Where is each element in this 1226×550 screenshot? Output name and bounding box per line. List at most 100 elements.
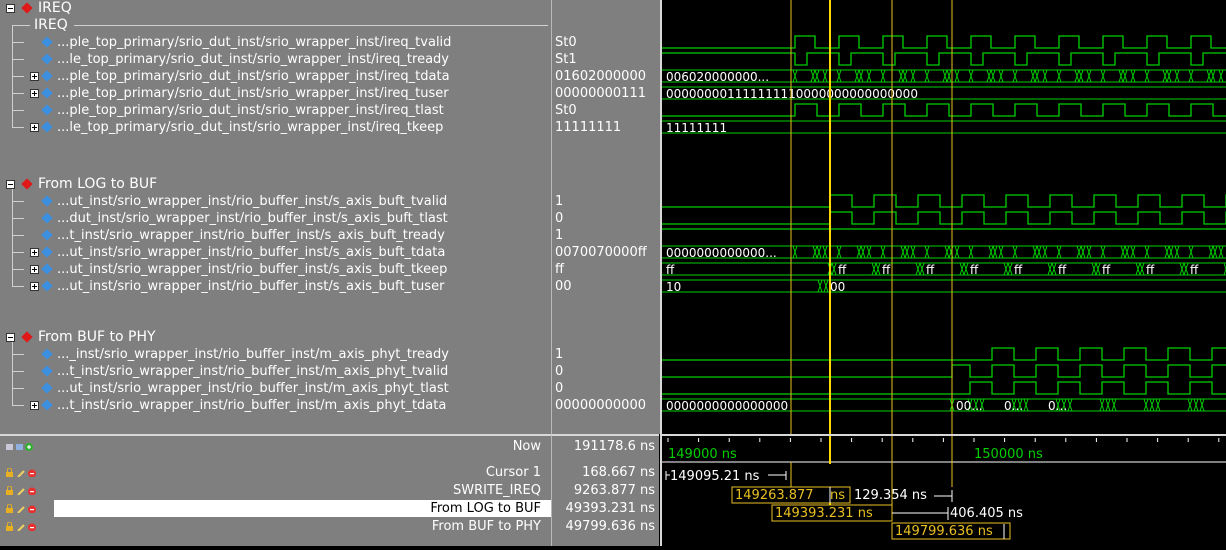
signal-row[interactable]: ...ple_top_primary/srio_dut_inst/srio_wr…: [0, 94, 551, 119]
buft-tkeep-seg: ff: [1146, 263, 1155, 277]
expand-icon[interactable]: [30, 72, 39, 81]
expand-icon[interactable]: [30, 248, 39, 257]
tick-label-150000: 150000 ns: [974, 447, 1043, 462]
collapse-icon[interactable]: [6, 333, 15, 342]
diamond-icon: [41, 53, 53, 65]
collapse-icon[interactable]: [6, 4, 15, 13]
cursor-timeline[interactable]: 149000 ns 150000 ns 149095.21 ns 149263.…: [660, 434, 1226, 546]
cursor-label: Now: [512, 439, 541, 454]
cursor-label: Cursor 1: [485, 465, 541, 480]
signal-row[interactable]: ...t_inst/srio_wrapper_inst/rio_buffer_i…: [0, 355, 551, 380]
ireq-tdata-text: 006020000000...: [666, 70, 769, 84]
signal-row[interactable]: ..._inst/srio_wrapper_inst/rio_buffer_in…: [0, 338, 551, 363]
signal-row[interactable]: ...ple_top_primary/srio_dut_inst/srio_wr…: [0, 77, 551, 102]
cursor-value-now: 191178.6 ns: [573, 439, 655, 454]
group-name: From BUF to PHY: [38, 329, 156, 345]
lock-icon: [6, 504, 36, 513]
cursor-names: Now Cursor 1 SWRITE_IREQ From LOG to BUF: [0, 434, 551, 546]
buft-tvalid-wave: [662, 194, 1226, 208]
signal-value: 01602000000: [555, 69, 646, 84]
group-name: IREQ: [38, 0, 72, 16]
diamond-icon: [41, 382, 53, 394]
tree-line: [12, 26, 13, 43]
cursor-label: From LOG to BUF: [430, 501, 541, 516]
diamond-icon: [41, 263, 53, 275]
signal-row[interactable]: ...ut_inst/srio_wrapper_inst/rio_buffer_…: [0, 372, 551, 397]
lock-icon: [6, 486, 36, 495]
signal-path: ...t_inst/srio_wrapper_inst/rio_buffer_i…: [57, 398, 447, 413]
diamond-icon: [41, 70, 53, 82]
signal-value: 0070070000ff: [555, 245, 647, 260]
signal-row[interactable]: ...le_top_primary/srio_dut_inst/srio_wra…: [0, 43, 551, 68]
tree-line: [12, 60, 13, 77]
buft-tkeep-text: ff: [666, 263, 675, 277]
signal-row[interactable]: ...ut_inst/srio_wrapper_inst/rio_buffer_…: [0, 253, 551, 278]
tree-line: [12, 219, 13, 236]
expand-icon[interactable]: [30, 123, 39, 132]
signal-value: 1: [555, 347, 564, 362]
diamond-icon: [41, 104, 53, 116]
cursor-row-now[interactable]: Now: [0, 438, 551, 455]
phyt-seg: 00...: [956, 399, 983, 413]
cursor-row-swrite-ireq[interactable]: SWRITE_IREQ: [0, 482, 551, 499]
waveform-canvas[interactable]: 006020000000... 0000000011111111100000000…: [662, 0, 1226, 434]
tree-line: [12, 202, 13, 219]
ireq-tready-wave: [662, 52, 1226, 66]
diamond-icon: [41, 36, 53, 48]
expand-icon[interactable]: [30, 282, 39, 291]
buft-tkeep-seg: ff: [1190, 263, 1199, 277]
signal-value: 1: [555, 228, 564, 243]
cursor-value-swrite: 9263.877 ns: [573, 483, 655, 498]
signal-row[interactable]: ...ple_top_primary/srio_dut_inst/srio_wr…: [0, 26, 551, 51]
signal-row[interactable]: ...ple_top_primary/srio_dut_inst/srio_wr…: [0, 60, 551, 85]
signal-value: St1: [555, 52, 577, 67]
signal-path: ...ple_top_primary/srio_dut_inst/srio_wr…: [57, 86, 449, 101]
phyt-tready-wave: [662, 347, 1226, 361]
tree-line: [12, 253, 13, 270]
divider-label: IREQ: [34, 17, 68, 33]
cursor-row-log-to-buf[interactable]: From LOG to BUF: [0, 500, 551, 517]
tree-line: [12, 372, 13, 389]
log-to-buf-delta: 406.405 ns: [950, 506, 1023, 521]
tree-line: [12, 43, 13, 60]
cursor-row-cursor1[interactable]: Cursor 1: [0, 464, 551, 481]
signal-row[interactable]: ...le_top_primary/srio_dut_inst/srio_wra…: [0, 111, 551, 136]
signal-row[interactable]: ...ut_inst/srio_wrapper_inst/rio_buffer_…: [0, 185, 551, 210]
signal-row[interactable]: ...dut_inst/srio_wrapper_inst/rio_buffer…: [0, 202, 551, 227]
cursor-timeline-canvas[interactable]: 149000 ns 150000 ns 149095.21 ns 149263.…: [662, 436, 1226, 546]
signal-row[interactable]: ...ut_inst/srio_wrapper_inst/rio_buffer_…: [0, 236, 551, 261]
signal-value: 0: [555, 381, 564, 396]
expand-icon[interactable]: [30, 89, 39, 98]
lock-icon: [6, 468, 36, 477]
waveform-area[interactable]: 006020000000... 0000000011111111100000000…: [660, 0, 1226, 434]
signal-path: ...ut_inst/srio_wrapper_inst/rio_buffer_…: [57, 245, 446, 260]
cursor-values: 191178.6 ns 168.667 ns 9263.877 ns 49393…: [551, 434, 659, 546]
diamond-icon: [41, 121, 53, 133]
signal-value: St0: [555, 35, 577, 50]
signal-value: 00000000111: [555, 86, 646, 101]
expand-icon[interactable]: [30, 401, 39, 410]
cursor-row-buf-to-phy[interactable]: From BUF to PHY: [0, 518, 551, 535]
signal-row[interactable]: ...t_inst/srio_wrapper_inst/rio_buffer_i…: [0, 389, 551, 414]
signal-row[interactable]: ...ut_inst/srio_wrapper_inst/rio_buffer_…: [0, 270, 551, 295]
cursor-value-log-to-buf: 49393.231 ns: [565, 501, 655, 516]
expand-icon[interactable]: [30, 265, 39, 274]
swrite-delta: 129.354 ns: [854, 488, 927, 503]
buft-tkeep-seg: ff: [926, 263, 935, 277]
signal-value: St0: [555, 103, 577, 118]
signal-value: 0: [555, 211, 564, 226]
signal-path: ...ut_inst/srio_wrapper_inst/rio_buffer_…: [57, 194, 448, 209]
signal-row[interactable]: ...t_inst/srio_wrapper_inst/rio_buffer_i…: [0, 219, 551, 244]
signal-path: ...le_top_primary/srio_dut_inst/srio_wra…: [57, 120, 444, 135]
cursor1-readout: 149095.21 ns: [670, 469, 760, 484]
signal-path: ...t_inst/srio_wrapper_inst/rio_buffer_i…: [57, 364, 449, 379]
tree-line: [12, 111, 13, 128]
buf-to-phy-readout: 149799.636 ns: [895, 524, 993, 539]
signal-value: 1: [555, 194, 564, 209]
collapse-icon[interactable]: [6, 180, 15, 189]
signal-value: 11111111: [555, 120, 622, 135]
cursor-value-buf-to-phy: 49799.636 ns: [565, 519, 655, 534]
buft-tlast-wave: [662, 211, 1226, 225]
tree-line: [12, 77, 13, 94]
buft-tkeep-seg: ff: [1058, 263, 1067, 277]
